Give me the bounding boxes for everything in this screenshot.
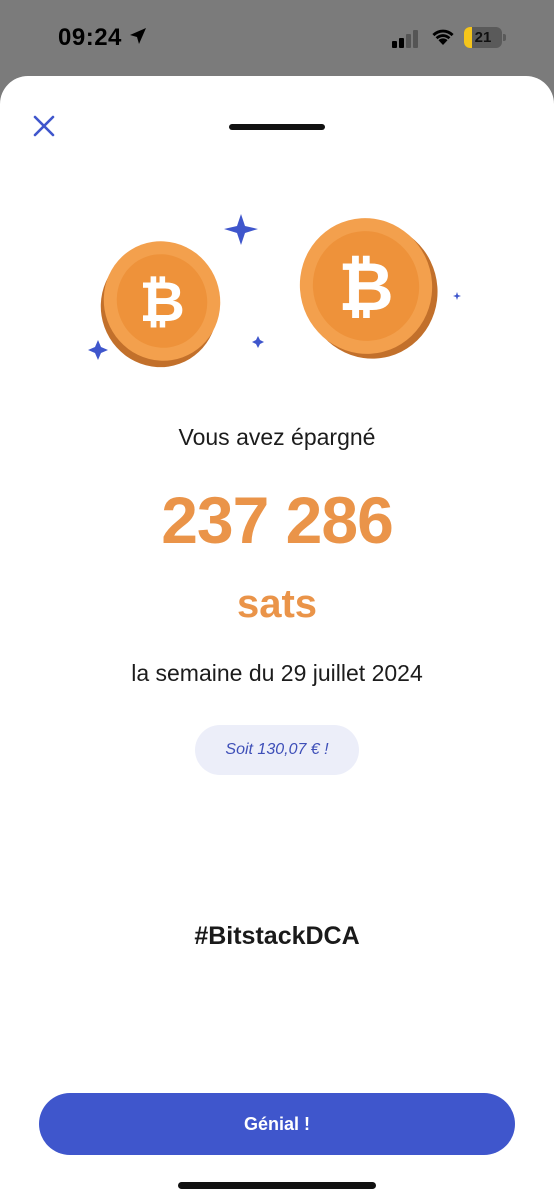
svg-text:₿: ₿ [139,270,185,333]
fiat-equivalent-badge: Soit 130,07 € ! [195,725,359,775]
genial-button-label: Génial ! [243,1113,310,1134]
sparkle-dot-icon [453,292,461,300]
battery-level: 21 [474,29,492,46]
savings-unit: sats [236,582,318,626]
savings-amount: 237 286 [161,483,394,557]
genial-button[interactable]: Génial ! [39,1093,515,1155]
bitcoin-coins-illustration: ₿ ₿ [88,214,461,368]
svg-text:₿: ₿ [338,249,393,325]
wifi-icon [432,29,454,45]
savings-week-text: la semaine du 29 juillet 2024 [131,660,423,686]
savings-lead-text: Vous avez épargné [178,424,376,450]
fiat-equivalent-text: Soit 130,07 € ! [225,741,329,758]
hashtag-text: #BitstackDCA [194,922,360,950]
status-time: 09:24 [58,24,122,51]
home-indicator [178,1182,376,1189]
bitcoin-coin-left-icon: ₿ [100,241,221,368]
battery-charging-icon: 21 [464,27,506,48]
cellular-signal-icon [392,30,418,48]
close-icon[interactable] [30,112,58,140]
bitcoin-coin-right-icon: ₿ [299,218,438,359]
status-bar: 09:24 21 [0,0,554,76]
sparkle-tiny-icon [252,336,264,348]
sheet-grabber[interactable] [229,124,325,130]
savings-sheet: ₿ ₿ Vous avez épargné 237 286 sats la se… [0,76,554,1200]
location-arrow-icon [130,28,146,44]
sparkle-small-icon [88,340,108,360]
sparkle-large-icon [224,214,258,245]
